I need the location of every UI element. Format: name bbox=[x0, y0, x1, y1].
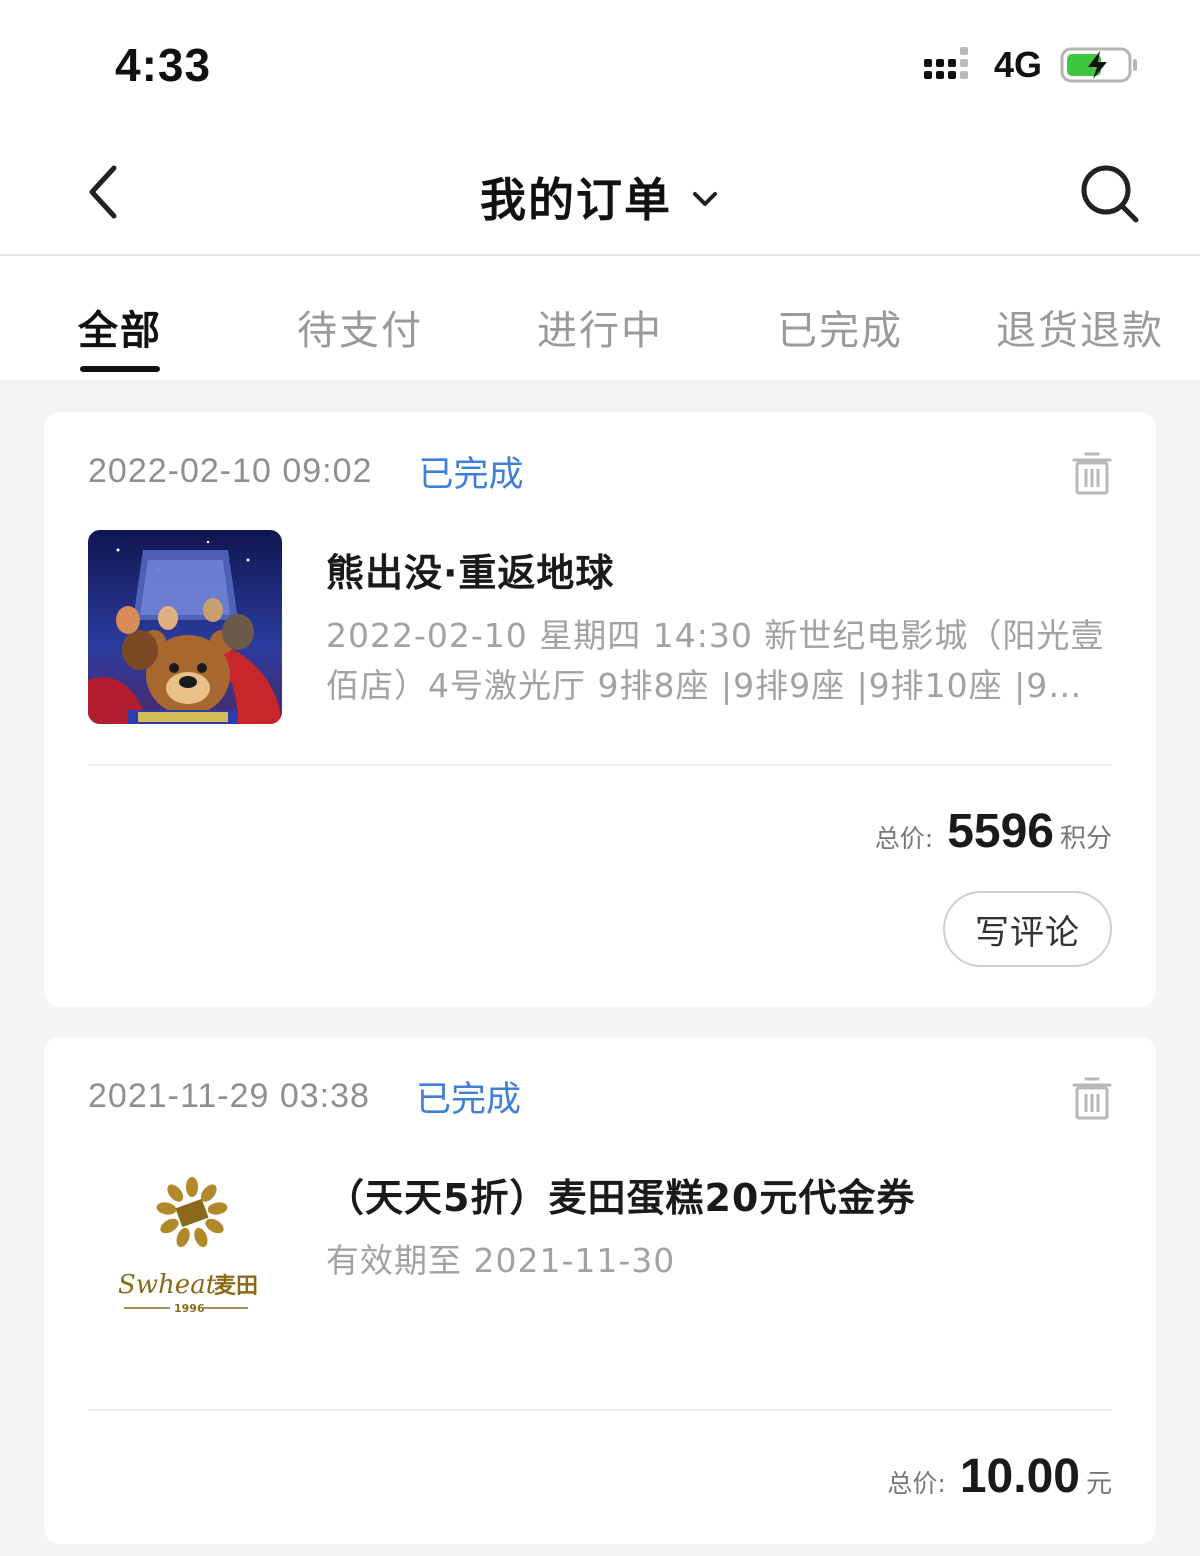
tab-label: 进行中 bbox=[537, 308, 663, 354]
total-unit: 积分 bbox=[1059, 824, 1112, 854]
chevron-down-icon bbox=[693, 192, 717, 206]
order-info: 熊出没·重返地球 2022-02-10 星期四 14:30 新世纪电影城（阳光壹… bbox=[326, 530, 1112, 724]
battery-charging-icon bbox=[1060, 47, 1137, 83]
tab-label: 退货退款 bbox=[996, 308, 1164, 354]
order-header: 2022-02-10 09:02 已完成 bbox=[88, 412, 1112, 530]
trash-icon[interactable] bbox=[1072, 450, 1112, 496]
total-price-row: 总价: 5596 积分 bbox=[88, 766, 1112, 859]
order-time: 2021-11-29 03:38 bbox=[88, 1076, 370, 1115]
tab-in-progress[interactable]: 进行中 bbox=[480, 256, 720, 380]
order-body: 熊出没·重返地球 2022-02-10 星期四 14:30 新世纪电影城（阳光壹… bbox=[88, 530, 1112, 766]
status-bar: 4:33 4G bbox=[0, 0, 1200, 130]
order-status: 已完成 bbox=[418, 454, 524, 495]
tab-label: 全部 bbox=[78, 308, 162, 354]
order-card[interactable]: 2022-02-10 09:02 已完成 熊出没·重返地球 2022-02-10… bbox=[44, 412, 1156, 1007]
tab-label: 已完成 bbox=[777, 308, 903, 354]
write-review-button[interactable]: 写评论 bbox=[943, 891, 1112, 967]
order-time: 2022-02-10 09:02 bbox=[88, 451, 373, 490]
total-value: 5596 bbox=[947, 805, 1054, 858]
item-description: 2022-02-10 星期四 14:30 新世纪电影城（阳光壹佰店）4号激光厅 … bbox=[326, 616, 1105, 705]
nav-bar: 我的订单 bbox=[0, 130, 1200, 256]
item-title: 熊出没·重返地球 bbox=[326, 551, 615, 595]
logo-year: 1996 bbox=[174, 1302, 205, 1315]
title-dropdown[interactable]: 我的订单 bbox=[0, 164, 1200, 230]
tab-all[interactable]: 全部 bbox=[0, 256, 240, 380]
order-card[interactable]: 2021-11-29 03:38 已完成 Swheat 麦田 1996 （天天5… bbox=[44, 1037, 1156, 1544]
swheat-logo: Swheat 麦田 1996 bbox=[88, 1155, 282, 1349]
order-header: 2021-11-29 03:38 已完成 bbox=[88, 1037, 1112, 1155]
tab-completed[interactable]: 已完成 bbox=[720, 256, 960, 380]
trash-icon[interactable] bbox=[1072, 1075, 1112, 1121]
logo-text: Swheat bbox=[118, 1270, 217, 1300]
total-unit: 元 bbox=[1085, 1469, 1112, 1499]
total-label: 总价: bbox=[887, 1469, 946, 1498]
order-list: 2022-02-10 09:02 已完成 熊出没·重返地球 2022-02-10… bbox=[0, 380, 1200, 1544]
logo-cn: 麦田 bbox=[214, 1273, 258, 1299]
total-label: 总价: bbox=[874, 824, 934, 853]
tab-refunds[interactable]: 退货退款 bbox=[960, 256, 1200, 380]
order-info: （天天5折）麦田蛋糕20元代金券 有效期至 2021-11-30 bbox=[326, 1155, 1112, 1349]
tab-active-indicator bbox=[80, 366, 160, 372]
movie-poster-image bbox=[88, 530, 282, 724]
order-actions: 写评论 bbox=[88, 859, 1112, 1007]
total-price-row: 总价: 10.00 元 bbox=[88, 1411, 1112, 1544]
tab-pending-payment[interactable]: 待支付 bbox=[240, 256, 480, 380]
status-indicators: 4G bbox=[923, 44, 1140, 86]
signal-icon bbox=[923, 47, 968, 79]
order-body: Swheat 麦田 1996 （天天5折）麦田蛋糕20元代金券 有效期至 202… bbox=[88, 1155, 1112, 1411]
total-value: 10.00 bbox=[959, 1450, 1080, 1503]
item-title: （天天5折）麦田蛋糕20元代金券 bbox=[326, 1176, 916, 1220]
order-tabs: 全部 待支付 进行中 已完成 退货退款 bbox=[0, 256, 1200, 380]
header: 4:33 4G 我的订单 全部 待支付 进行中 已完成 退货退款 bbox=[0, 0, 1200, 380]
page-title: 我的订单 bbox=[480, 173, 672, 227]
search-icon[interactable] bbox=[1078, 162, 1142, 226]
item-description: 有效期至 2021-11-30 bbox=[326, 1241, 676, 1280]
tab-label: 待支付 bbox=[297, 308, 423, 354]
network-type: 4G bbox=[993, 44, 1042, 85]
order-status: 已完成 bbox=[415, 1079, 521, 1120]
status-time: 4:33 bbox=[115, 39, 212, 91]
